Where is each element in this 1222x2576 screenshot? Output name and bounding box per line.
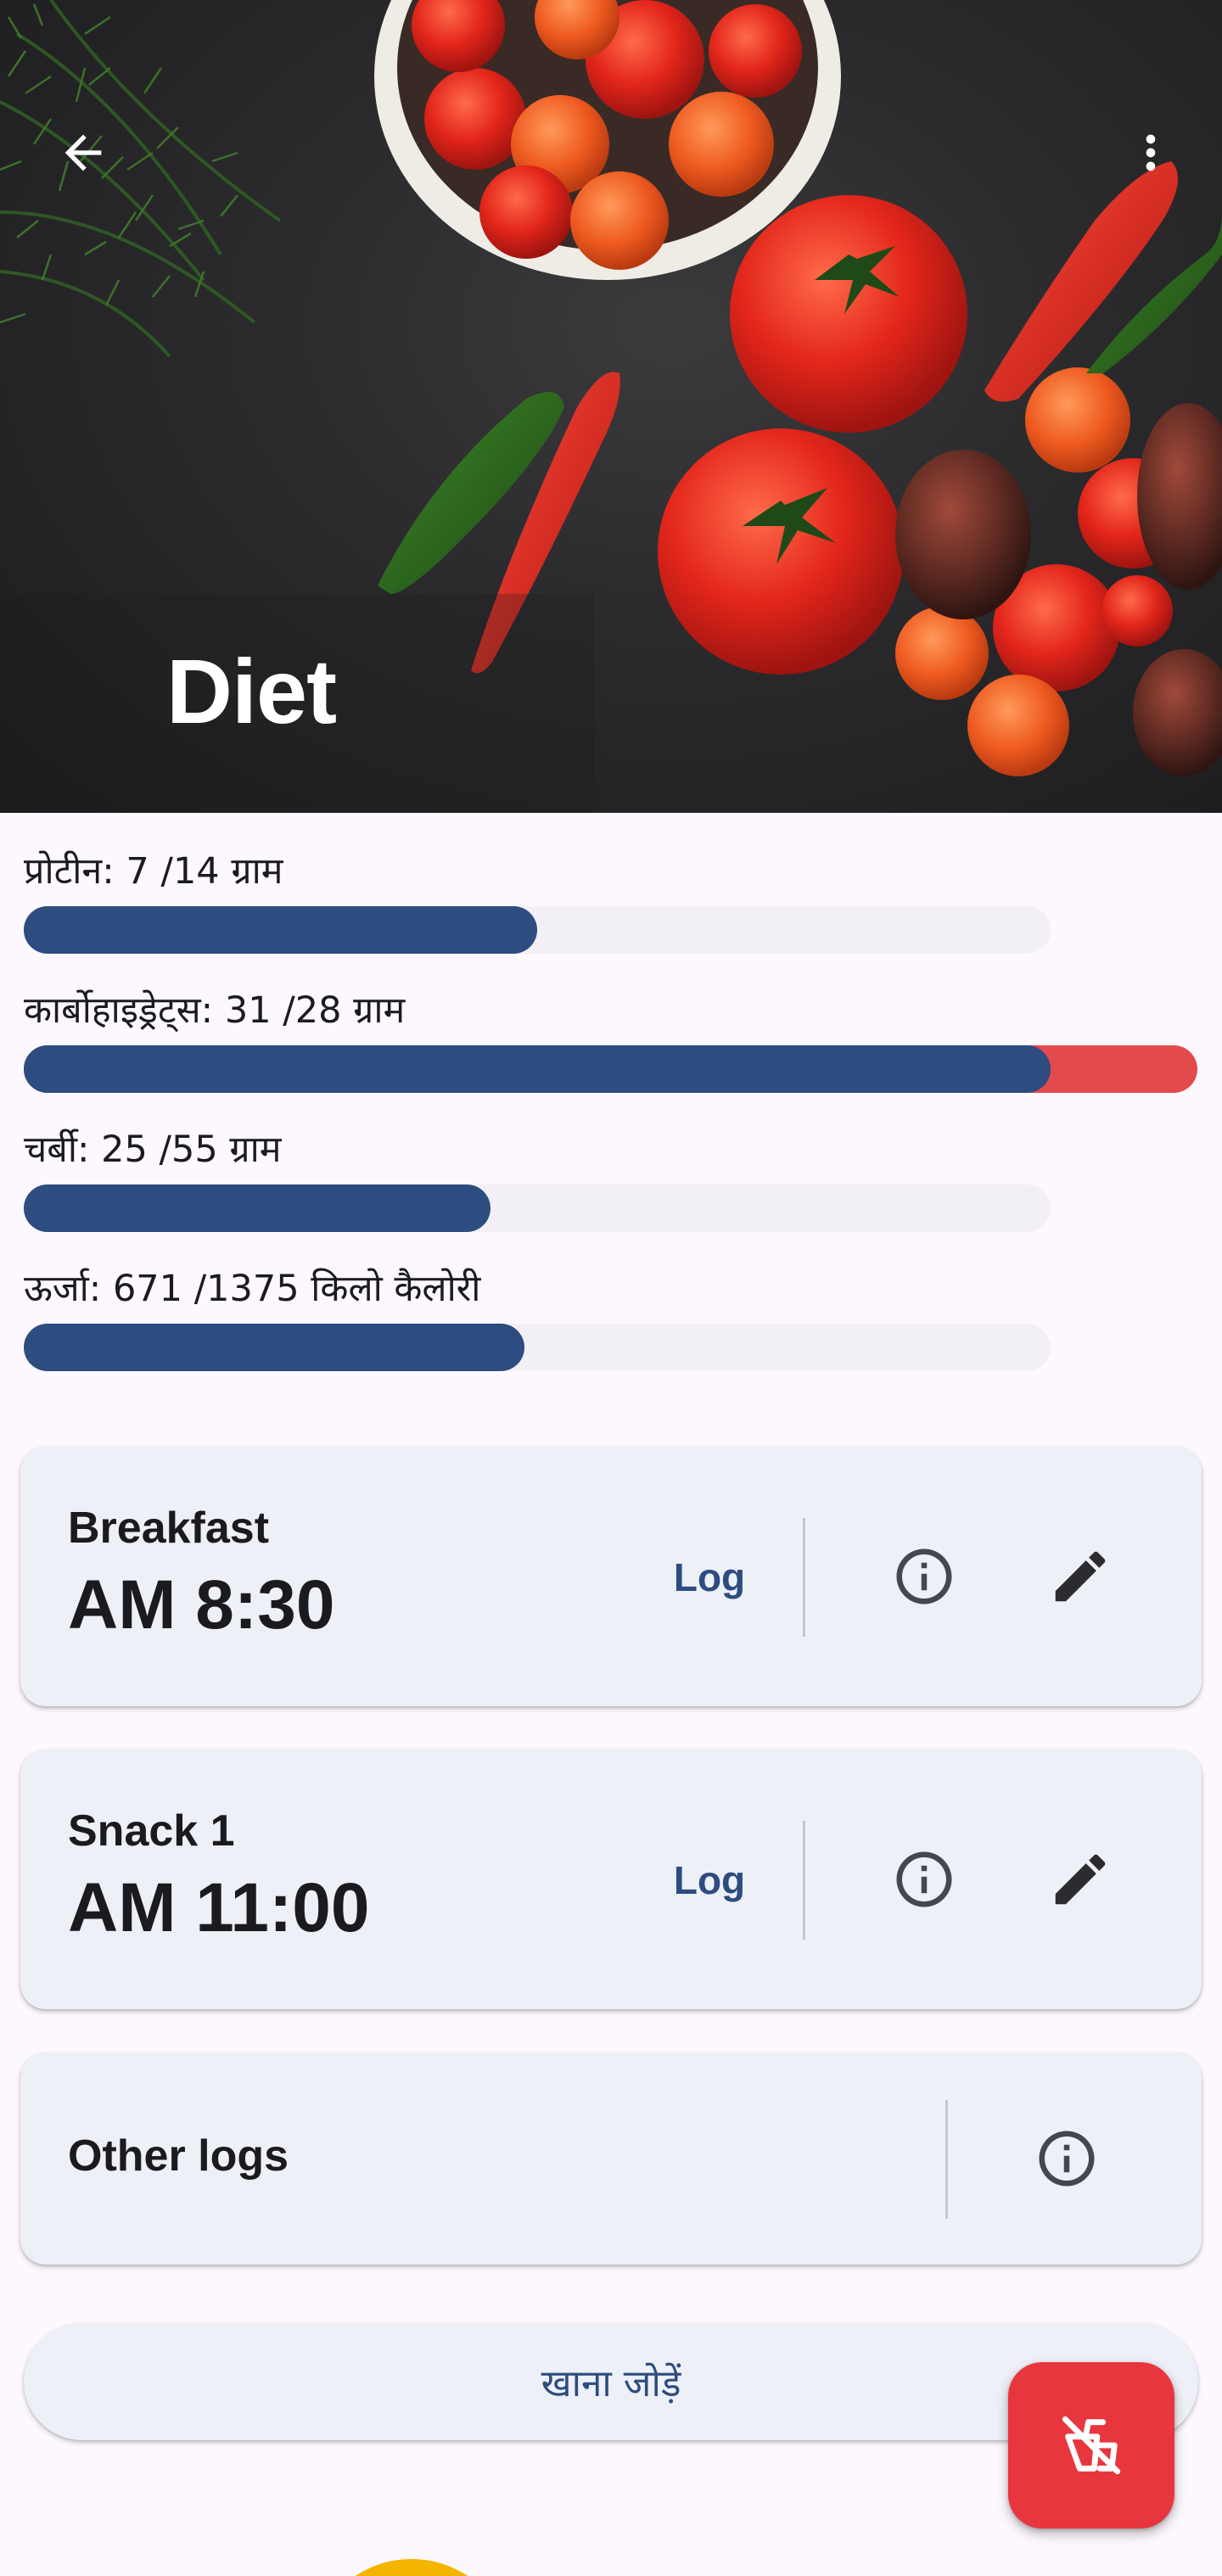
more-options-button[interactable]: [1108, 110, 1193, 195]
progress-fill: [24, 1184, 490, 1232]
other-logs-card[interactable]: Other logs: [20, 2052, 1202, 2265]
divider: [803, 1821, 805, 1940]
divider: [945, 2100, 948, 2219]
edit-button[interactable]: [1034, 1530, 1127, 1623]
info-button[interactable]: [877, 1530, 971, 1623]
bottom-peek-shape: [310, 2559, 513, 2576]
edit-icon: [1055, 1854, 1106, 1905]
info-button[interactable]: [1020, 2112, 1113, 2205]
food-off-fab[interactable]: [1008, 2362, 1174, 2528]
nutrient-protein: प्रोटीन: 7 /14 ग्राम: [24, 836, 1203, 975]
nutrient-carbohydrates: कार्बोहाइड्रेट्स: 31 /28 ग्राम: [24, 975, 1203, 1114]
nutrient-fat: चर्बी: 25 /55 ग्राम: [24, 1114, 1203, 1253]
nutrient-label: प्रोटीन: 7 /14 ग्राम: [24, 850, 283, 893]
nutrient-label: कार्बोहाइड्रेट्स: 31 /28 ग्राम: [24, 989, 406, 1032]
meal-time: AM 8:30: [68, 1566, 335, 1644]
hero-header: Diet: [0, 0, 1222, 813]
add-food-label: खाना जोड़ें: [541, 2362, 681, 2405]
info-icon: [896, 1548, 952, 1604]
progress-fill: [24, 906, 537, 954]
nutrient-energy: ऊर्जा: 671 /1375 किलो कैलोरी: [24, 1253, 1203, 1392]
log-button[interactable]: Log: [625, 1535, 794, 1620]
meal-card-breakfast[interactable]: Breakfast AM 8:30 Log: [20, 1447, 1202, 1706]
edit-icon: [1055, 1551, 1106, 1602]
info-icon: [1039, 2131, 1095, 2187]
edit-button[interactable]: [1034, 1833, 1127, 1926]
meal-name: Breakfast: [68, 1504, 270, 1553]
meal-time: AM 11:00: [68, 1869, 370, 1946]
info-button[interactable]: [877, 1833, 971, 1926]
nutrient-label: ऊर्जा: 671 /1375 किलो कैलोरी: [24, 1268, 481, 1310]
progress-fill: [24, 1045, 1051, 1093]
progress-fill: [24, 1324, 524, 1371]
nutrient-label: चर्बी: 25 /55 ग्राम: [24, 1128, 282, 1171]
nutrient-progress-list: प्रोटीन: 7 /14 ग्राम कार्बोहाइड्रेट्स: 3…: [24, 836, 1203, 1392]
info-icon: [896, 1851, 952, 1907]
page-title: Diet: [166, 640, 337, 742]
log-button[interactable]: Log: [625, 1838, 794, 1923]
arrow-back-icon: [64, 134, 102, 171]
meal-card-snack-1[interactable]: Snack 1 AM 11:00 Log: [20, 1750, 1202, 2009]
meal-name: Snack 1: [68, 1806, 235, 1856]
divider: [803, 1518, 805, 1637]
no-food-icon: [1062, 2416, 1121, 2475]
other-logs-label: Other logs: [68, 2131, 289, 2181]
back-button[interactable]: [41, 110, 126, 195]
diet-screen: Diet प्रोटीन: 7 /14 ग्राम कार्बोहाइड्रेट…: [0, 0, 1222, 2576]
more-vert-icon: [1146, 134, 1156, 171]
